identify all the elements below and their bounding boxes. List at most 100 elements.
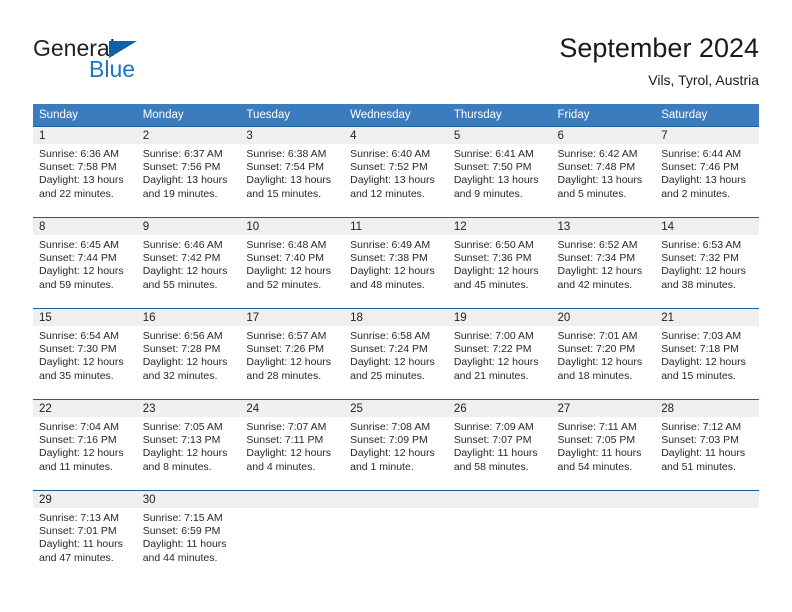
day-details: Sunrise: 7:04 AM Sunset: 7:16 PM Daylight:… (33, 417, 137, 474)
calendar-day-cell[interactable]: 24 Sunrise: 7:07 AM Sunset: 7:11 PM Dayligh… (240, 399, 345, 491)
location-subtitle: Vils, Tyrol, Austria (648, 72, 759, 88)
calendar-day-cell[interactable]: 28 Sunrise: 7:12 AM Sunset: 7:03 PM Dayligh… (655, 399, 759, 491)
sunrise-text: Sunrise: 7:00 AM (453, 330, 534, 342)
day-cell-content: 26 Sunrise: 7:09 AM Sunset: 7:07 PM Dayligh… (447, 400, 552, 490)
sunrise-text: Sunrise: 7:15 AM (142, 512, 223, 524)
daylight-text-line1: Daylight: 12 hours (142, 356, 228, 369)
sunset-text: Sunset: 7:26 PM (246, 343, 325, 356)
calendar-day-cell[interactable]: 17 Sunrise: 6:57 AM Sunset: 7:26 PM Dayligh… (240, 308, 345, 400)
day-details: Sunrise: 6:54 AM Sunset: 7:30 PM Daylight:… (33, 326, 137, 383)
day-number: 24 (240, 400, 345, 417)
calendar-day-cell[interactable]: 30 Sunrise: 7:15 AM Sunset: 6:59 PM Dayligh… (136, 490, 241, 581)
sunset-text: Sunset: 7:01 PM (39, 525, 117, 538)
daylight-text-line2: and 35 minutes. (39, 369, 114, 382)
calendar-day-cell[interactable]: 16 Sunrise: 6:56 AM Sunset: 7:28 PM Dayligh… (136, 308, 241, 400)
calendar-day-cell[interactable]: 18 Sunrise: 6:58 AM Sunset: 7:24 PM Dayligh… (344, 308, 448, 400)
daylight-text-line2: and 59 minutes. (39, 278, 114, 291)
sunrise-text: Sunrise: 6:54 AM (39, 330, 119, 342)
calendar-day-cell[interactable]: 4 Sunrise: 6:40 AM Sunset: 7:52 PM Daylight… (344, 126, 448, 218)
calendar-day-cell[interactable] (344, 490, 448, 581)
sunset-text: Sunset: 7:09 PM (350, 434, 428, 447)
day-cell-content: 25 Sunrise: 7:08 AM Sunset: 7:09 PM Dayligh… (344, 400, 448, 490)
calendar-day-cell[interactable]: 21 Sunrise: 7:03 AM Sunset: 7:18 PM Dayligh… (655, 308, 759, 400)
calendar-day-cell[interactable]: 11 Sunrise: 6:49 AM Sunset: 7:38 PM Dayligh… (344, 217, 448, 309)
sunset-text: Sunset: 7:16 PM (39, 434, 117, 447)
sunrise-text: Sunrise: 7:11 AM (557, 421, 637, 433)
day-number: 7 (655, 127, 759, 144)
sunset-text: Sunset: 7:20 PM (557, 343, 636, 356)
calendar-day-cell[interactable]: 10 Sunrise: 6:48 AM Sunset: 7:40 PM Dayligh… (240, 217, 345, 309)
day-cell-content: 15 Sunrise: 6:54 AM Sunset: 7:30 PM Dayligh… (33, 309, 137, 399)
day-details: Sunrise: 7:05 AM Sunset: 7:13 PM Daylight:… (137, 417, 241, 474)
day-details: Sunrise: 6:36 AM Sunset: 7:58 PM Daylight:… (33, 144, 137, 201)
weekday-header-tuesday: Tuesday (240, 104, 345, 127)
day-cell-content: 2 Sunrise: 6:37 AM Sunset: 7:56 PM Daylight… (136, 127, 241, 217)
calendar-day-cell[interactable]: 6 Sunrise: 6:42 AM Sunset: 7:48 PM Daylight… (551, 126, 656, 218)
day-number: 5 (447, 127, 552, 144)
general-blue-logo[interactable]: General Blue (33, 36, 273, 88)
day-details: Sunrise: 7:12 AM Sunset: 7:03 PM Daylight:… (655, 417, 759, 474)
sunrise-text: Sunrise: 6:50 AM (453, 239, 534, 251)
daylight-text-line2: and 2 minutes. (661, 187, 731, 200)
calendar-day-cell[interactable]: 1 Sunrise: 6:36 AM Sunset: 7:58 PM Daylight… (33, 126, 137, 218)
calendar-day-cell[interactable]: 23 Sunrise: 7:05 AM Sunset: 7:13 PM Dayligh… (136, 399, 241, 491)
calendar-day-cell[interactable]: 25 Sunrise: 7:08 AM Sunset: 7:09 PM Dayligh… (344, 399, 448, 491)
calendar-day-cell[interactable]: 9 Sunrise: 6:46 AM Sunset: 7:42 PM Daylight… (136, 217, 241, 309)
day-details (344, 508, 448, 512)
calendar-day-cell[interactable]: 20 Sunrise: 7:01 AM Sunset: 7:20 PM Dayligh… (551, 308, 656, 400)
day-details (655, 508, 759, 512)
day-number: 20 (551, 309, 656, 326)
calendar-day-cell[interactable] (551, 490, 656, 581)
sunset-text: Sunset: 7:48 PM (557, 161, 636, 174)
calendar-day-cell[interactable]: 27 Sunrise: 7:11 AM Sunset: 7:05 PM Dayligh… (551, 399, 656, 491)
calendar-day-cell[interactable]: 13 Sunrise: 6:52 AM Sunset: 7:34 PM Dayligh… (551, 217, 656, 309)
calendar-day-cell[interactable]: 3 Sunrise: 6:38 AM Sunset: 7:54 PM Daylight… (240, 126, 345, 218)
calendar-day-cell[interactable]: 5 Sunrise: 6:41 AM Sunset: 7:50 PM Daylight… (447, 126, 552, 218)
page-header: General Blue September 2024 Vils, Tyrol,… (0, 0, 792, 100)
sunrise-text: Sunrise: 7:03 AM (661, 330, 742, 342)
daylight-text-line1: Daylight: 12 hours (350, 356, 435, 369)
daylight-text-line2: and 25 minutes. (350, 369, 425, 382)
day-number: 6 (551, 127, 656, 144)
daylight-text-line1: Daylight: 13 hours (142, 174, 228, 187)
calendar-day-cell[interactable]: 12 Sunrise: 6:50 AM Sunset: 7:36 PM Dayligh… (447, 217, 552, 309)
day-number: 17 (240, 309, 345, 326)
day-details (552, 508, 656, 512)
daylight-text-line2: and 42 minutes. (557, 278, 633, 291)
calendar-day-cell[interactable]: 14 Sunrise: 6:53 AM Sunset: 7:32 PM Dayligh… (655, 217, 759, 309)
calendar-day-cell[interactable] (447, 490, 552, 581)
daylight-text-line2: and 47 minutes. (39, 551, 114, 564)
calendar-day-cell[interactable]: 8 Sunrise: 6:45 AM Sunset: 7:44 PM Daylight… (33, 217, 137, 309)
calendar-day-cell[interactable]: 19 Sunrise: 7:00 AM Sunset: 7:22 PM Dayligh… (447, 308, 552, 400)
calendar-day-cell[interactable]: 2 Sunrise: 6:37 AM Sunset: 7:56 PM Daylight… (136, 126, 241, 218)
daylight-text-line1: Daylight: 13 hours (246, 174, 332, 187)
calendar-day-cell[interactable]: 26 Sunrise: 7:09 AM Sunset: 7:07 PM Dayligh… (447, 399, 552, 491)
calendar-day-cell[interactable]: 22 Sunrise: 7:04 AM Sunset: 7:16 PM Dayligh… (33, 399, 137, 491)
day-number: 13 (551, 218, 656, 235)
sunrise-text: Sunrise: 7:12 AM (661, 421, 742, 433)
day-cell-content: 13 Sunrise: 6:52 AM Sunset: 7:34 PM Dayligh… (551, 218, 656, 308)
sunrise-text: Sunrise: 6:42 AM (557, 148, 638, 160)
daylight-text-line2: and 19 minutes. (142, 187, 218, 200)
calendar-day-cell[interactable]: 15 Sunrise: 6:54 AM Sunset: 7:30 PM Dayligh… (33, 308, 137, 400)
calendar-day-cell[interactable] (655, 490, 759, 581)
day-number: 26 (447, 400, 552, 417)
calendar-body: 1 Sunrise: 6:36 AM Sunset: 7:58 PM Daylight… (33, 126, 759, 581)
sunrise-text: Sunrise: 7:08 AM (350, 421, 431, 433)
calendar-day-cell[interactable]: 29 Sunrise: 7:13 AM Sunset: 7:01 PM Dayligh… (33, 490, 137, 581)
sunset-text: Sunset: 7:54 PM (246, 161, 325, 174)
daylight-text-line1: Daylight: 13 hours (661, 174, 746, 187)
logo-text-blue: Blue (89, 56, 136, 82)
day-number: 2 (136, 127, 241, 144)
day-number: 9 (136, 218, 241, 235)
calendar-day-cell[interactable]: 7 Sunrise: 6:44 AM Sunset: 7:46 PM Daylight… (655, 126, 759, 218)
sunset-text: Sunset: 7:03 PM (661, 434, 739, 447)
day-cell-content: 12 Sunrise: 6:50 AM Sunset: 7:36 PM Dayligh… (447, 218, 552, 308)
sunrise-text: Sunrise: 6:49 AM (350, 239, 431, 251)
daylight-text-line2: and 1 minute. (350, 460, 414, 473)
daylight-text-line1: Daylight: 12 hours (453, 265, 539, 278)
title-block: September 2024 Vils, Tyrol, Austria (559, 32, 759, 90)
sunrise-text: Sunrise: 6:41 AM (453, 148, 534, 160)
calendar-day-cell[interactable] (240, 490, 345, 581)
daylight-text-line2: and 54 minutes. (557, 460, 633, 473)
